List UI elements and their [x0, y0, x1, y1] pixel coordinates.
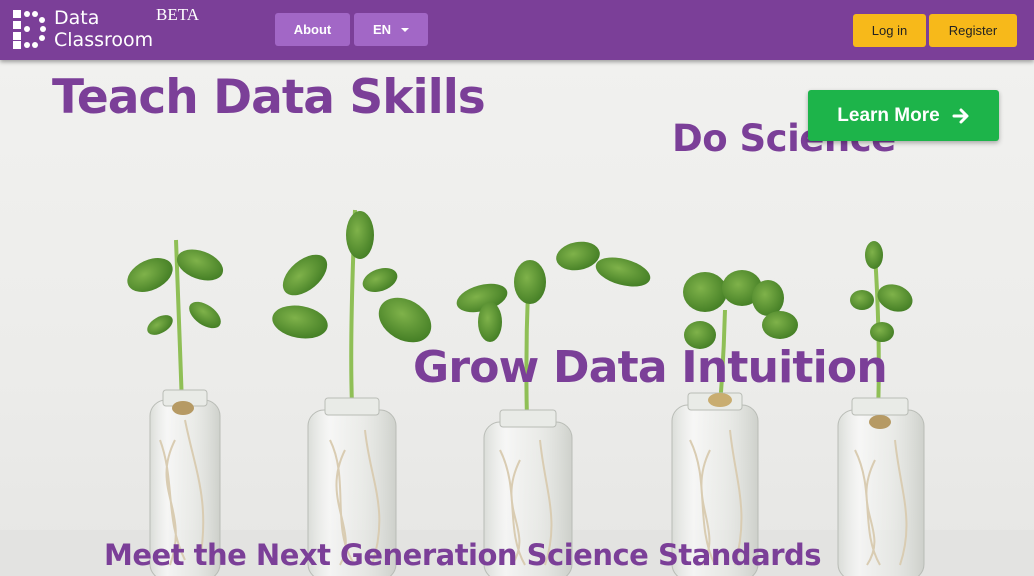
about-button-label: About — [293, 22, 332, 37]
headline-teach-data-skills: Teach Data Skills — [52, 70, 486, 125]
arrow-right-icon — [952, 108, 969, 123]
beta-label: BETA — [156, 5, 200, 24]
headline-meet-ngss: Meet the Next Generation Science Standar… — [104, 538, 822, 572]
learn-more-button[interactable]: Learn More — [808, 90, 999, 141]
top-navbar: Data Classroom BETA About EN Log in Regi… — [0, 0, 1034, 60]
login-button[interactable]: Log in — [853, 14, 926, 47]
logo-wordmark: Data Classroom — [54, 7, 153, 51]
language-dropdown[interactable]: EN — [354, 13, 428, 46]
logo-line-2: Classroom — [54, 29, 154, 51]
learn-more-label: Learn More — [837, 104, 940, 126]
language-dropdown-label: EN — [372, 22, 392, 37]
login-button-label: Log in — [871, 23, 908, 38]
caret-down-icon — [401, 27, 410, 32]
about-button[interactable]: About — [275, 13, 350, 46]
headline-grow-data-intuition: Grow Data Intuition — [413, 342, 888, 393]
register-button-label: Register — [948, 23, 998, 38]
register-button[interactable]: Register — [929, 14, 1017, 47]
logo-line-1: Data — [54, 7, 100, 29]
logo-dots-icon — [13, 10, 46, 49]
